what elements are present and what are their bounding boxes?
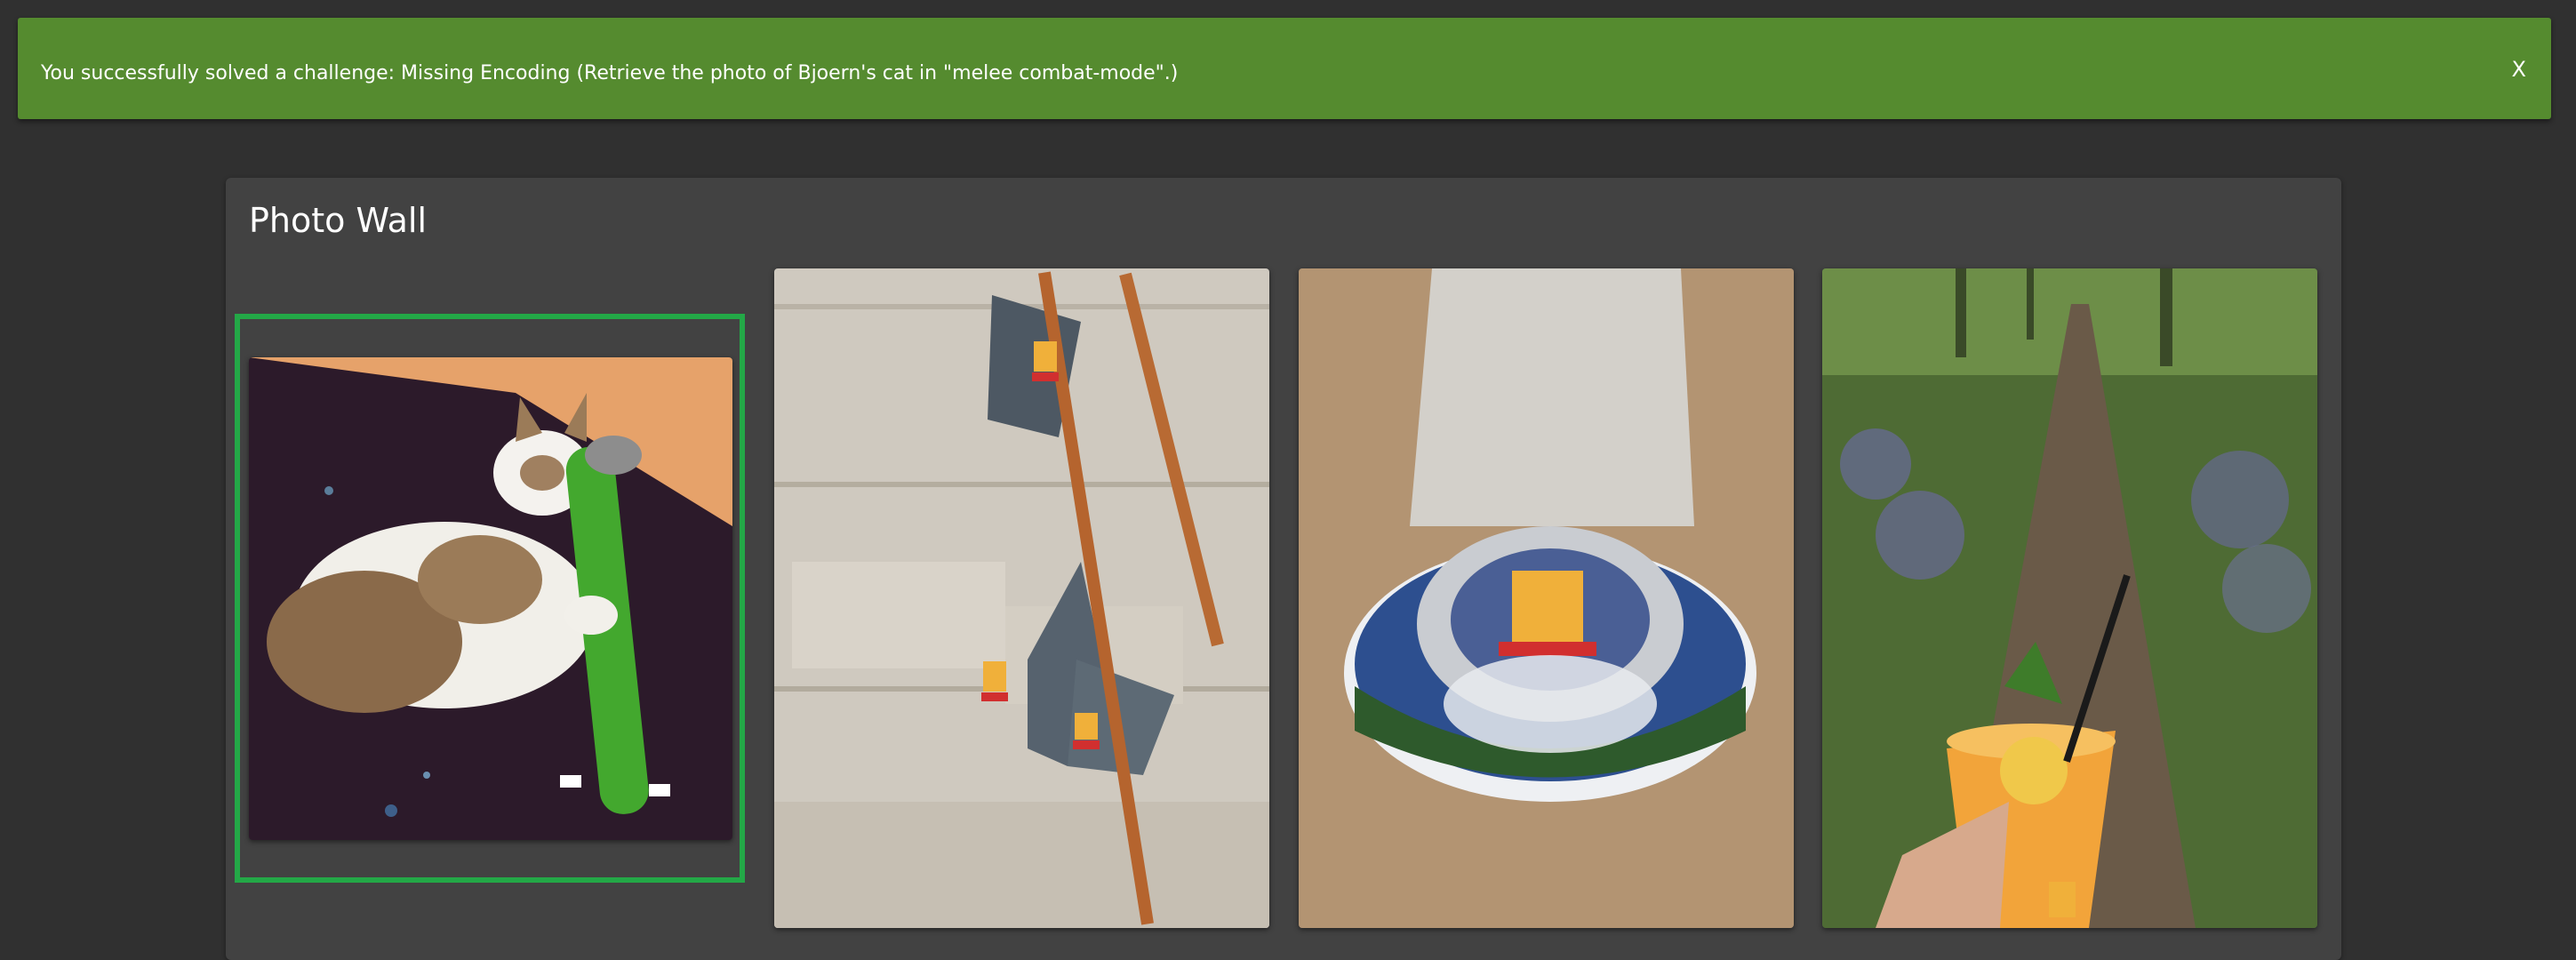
photo-forest-cocktail[interactable] <box>1822 268 2317 928</box>
forest-photo-image <box>1822 268 2317 928</box>
cat-photo-image <box>249 357 732 840</box>
challenge-solved-notification: You successfully solved a challenge: Mis… <box>18 18 2551 119</box>
wall-photo-image <box>774 268 1269 928</box>
photo-wall-brackets[interactable] <box>774 268 1269 928</box>
close-notification-button[interactable]: X <box>2512 57 2526 82</box>
photo-glass-coaster[interactable] <box>1299 268 1794 928</box>
photo-cat-melee-combat[interactable] <box>249 357 732 840</box>
notification-message: You successfully solved a challenge: Mis… <box>41 62 1179 84</box>
glass-photo-image <box>1299 268 1794 928</box>
photo-wall-card: Photo Wall <box>226 178 2341 960</box>
page-title: Photo Wall <box>249 201 428 240</box>
